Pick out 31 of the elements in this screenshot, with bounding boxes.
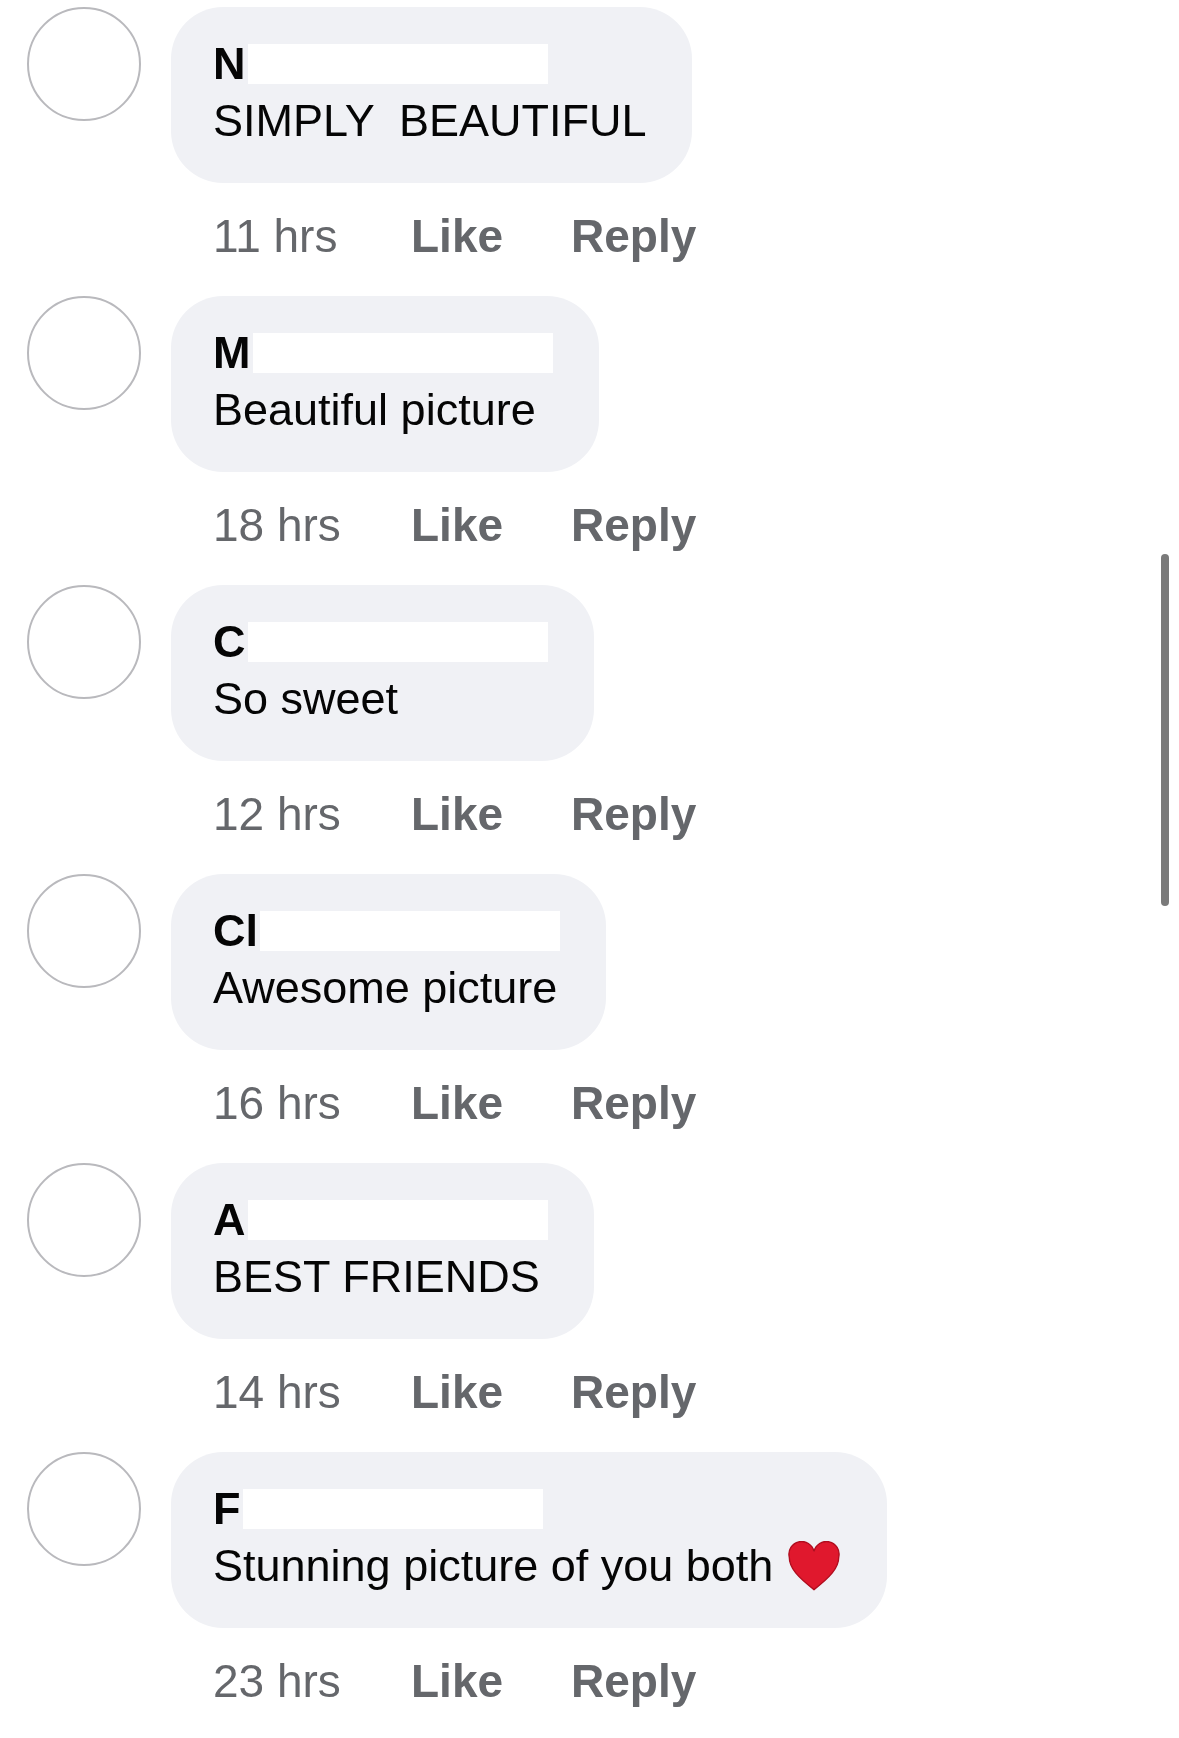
reply-link[interactable]: Reply xyxy=(571,498,721,552)
commenter-name[interactable]: N xyxy=(213,38,246,90)
reply-link[interactable]: Reply xyxy=(571,209,721,263)
like-link[interactable]: Like xyxy=(411,498,571,552)
timestamp: 12 hrs xyxy=(213,787,342,841)
reply-link[interactable]: Reply xyxy=(571,787,721,841)
commenter-name[interactable]: Cl xyxy=(213,905,258,957)
comment-text: Awesome picture xyxy=(213,961,558,1015)
timestamp: 16 hrs xyxy=(213,1076,342,1130)
comment-text: SIMPLY BEAUTIFUL xyxy=(213,94,647,148)
like-link[interactable]: Like xyxy=(411,1654,571,1708)
like-link[interactable]: Like xyxy=(411,787,571,841)
like-link[interactable]: Like xyxy=(411,1365,571,1419)
comment-text: So sweet xyxy=(213,672,399,726)
scrollbar[interactable] xyxy=(1161,554,1169,906)
commenter-name[interactable]: M xyxy=(213,327,251,379)
comment-text: Beautiful picture xyxy=(213,383,536,437)
timestamp: 18 hrs xyxy=(213,498,342,552)
timestamp: 14 hrs xyxy=(213,1365,342,1419)
commenter-name[interactable]: A xyxy=(213,1194,246,1246)
like-link[interactable]: Like xyxy=(411,209,571,263)
reply-link[interactable]: Reply xyxy=(571,1076,721,1130)
timestamp: 23 hrs xyxy=(213,1654,342,1708)
reply-link[interactable]: Reply xyxy=(571,1654,721,1708)
comment-text: BEST FRIENDS xyxy=(213,1250,540,1304)
comment-text: Stunning picture of you both xyxy=(213,1539,774,1593)
commenter-name[interactable]: F xyxy=(213,1483,241,1535)
timestamp: 11 hrs xyxy=(213,209,339,263)
like-link[interactable]: Like xyxy=(411,1076,571,1130)
commenter-name[interactable]: C xyxy=(213,616,246,668)
reply-link[interactable]: Reply xyxy=(571,1365,721,1419)
